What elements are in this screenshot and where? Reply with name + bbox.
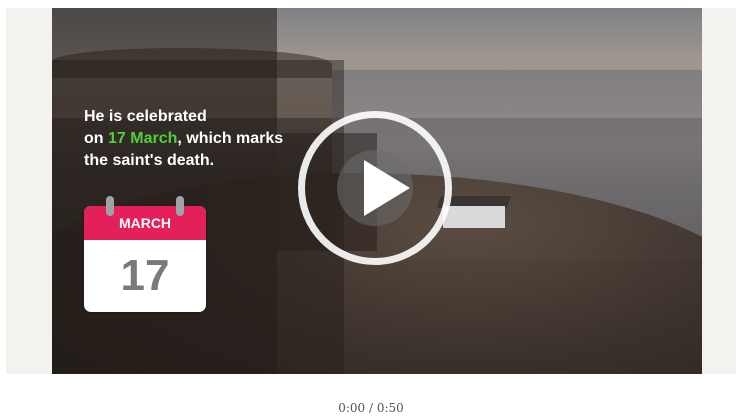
calendar-month: MARCH — [84, 206, 206, 240]
caption-line-2: on 17 March, which marks — [84, 128, 344, 150]
calendar-ring-icon — [106, 196, 114, 216]
calendar-ring-icon — [176, 196, 184, 216]
time-display: 0:00 / 0:50 — [338, 401, 404, 415]
caption-line-2-prefix: on — [84, 130, 108, 147]
calendar-icon: MARCH 17 — [84, 196, 206, 314]
calendar-day: 17 — [120, 251, 170, 300]
caption-date-highlight: 17 March — [108, 130, 178, 147]
play-icon — [364, 160, 410, 216]
calendar-card: MARCH 17 — [84, 206, 206, 312]
house-wall — [443, 206, 505, 228]
play-button[interactable] — [298, 111, 452, 265]
caption-line-2-suffix: , which marks — [177, 130, 284, 147]
caption-line-1: He is celebrated — [84, 108, 207, 125]
